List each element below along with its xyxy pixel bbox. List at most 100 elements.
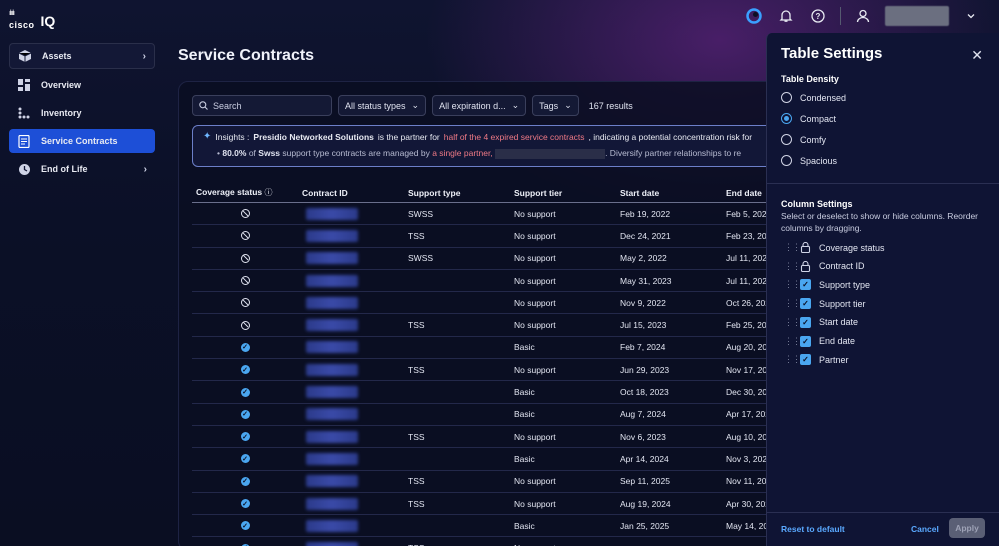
close-icon[interactable]: ✕ <box>971 47 983 64</box>
drag-handle-icon[interactable]: ⋮⋮ <box>784 279 801 290</box>
table-row[interactable]: ✓ TSS No support Jun 29, 2023 Nov 17, 20… <box>192 359 792 382</box>
density-option-condensed[interactable]: Condensed <box>781 92 846 103</box>
assistant-icon[interactable] <box>744 6 764 26</box>
redacted-contract-id <box>306 341 358 354</box>
support-tier-cell: Basic <box>514 453 535 464</box>
column-setting-partner[interactable]: ⋮⋮ ✓ Partner <box>784 354 849 366</box>
info-icon[interactable]: ⓘ <box>265 188 273 197</box>
header-start-date[interactable]: Start date <box>616 188 722 198</box>
expiration-filter-dropdown[interactable]: All expiration d... ⌄ <box>432 95 527 116</box>
cancel-button[interactable]: Cancel <box>911 524 939 534</box>
checkbox-checked[interactable]: ✓ <box>800 298 811 310</box>
contract-id-cell[interactable] <box>298 207 404 220</box>
help-icon[interactable]: ? <box>808 6 828 26</box>
sidebar-item-assets[interactable]: Assets › <box>9 43 155 69</box>
density-option-spacious[interactable]: Spacious <box>781 155 837 166</box>
contract-id-cell[interactable] <box>298 452 404 465</box>
density-option-comfy[interactable]: Comfy <box>781 134 826 145</box>
support-tier-cell: No support <box>514 275 556 286</box>
table-row[interactable]: No support Nov 9, 2022 Oct 26, 2023 <box>192 292 792 315</box>
support-tier-cell: No support <box>514 498 556 509</box>
chevron-down-icon: ⌄ <box>511 100 520 110</box>
contract-id-cell[interactable] <box>298 319 404 332</box>
table-row[interactable]: No support May 31, 2023 Jul 11, 2023 <box>192 270 792 293</box>
column-setting-start-date[interactable]: ⋮⋮ ✓ Start date <box>784 316 858 328</box>
contract-id-cell[interactable] <box>298 408 404 421</box>
insight-link[interactable]: a single partner, <box>432 148 492 158</box>
contract-id-cell[interactable] <box>298 519 404 532</box>
table-row[interactable]: ✓ TSS No support Aug 19, 2024 Apr 30, 20… <box>192 493 792 516</box>
status-filter-dropdown[interactable]: All status types ⌄ <box>338 95 427 116</box>
checkbox-checked[interactable]: ✓ <box>800 354 811 366</box>
sidebar-item-end-of-life[interactable]: End of Life › <box>9 157 155 181</box>
table-row[interactable]: ✓ TSS No support Nov 6, 2023 Aug 10, 202… <box>192 426 792 449</box>
contract-id-cell[interactable] <box>298 386 404 399</box>
redacted-contract-id <box>306 319 358 332</box>
table-row[interactable]: ✓ Basic Aug 7, 2024 Apr 17, 2026 <box>192 404 792 426</box>
column-setting-support-tier[interactable]: ⋮⋮ ✓ Support tier <box>784 298 866 310</box>
radio-button[interactable] <box>781 113 792 124</box>
redacted-contract-id <box>306 386 358 399</box>
sidebar-item-inventory[interactable]: Inventory <box>9 101 155 125</box>
table-row[interactable]: ✓ Basic Jan 25, 2025 May 14, 2027 <box>192 515 792 538</box>
apply-button[interactable]: Apply <box>949 518 985 538</box>
drag-handle-icon[interactable]: ⋮⋮ <box>784 261 801 272</box>
contract-id-cell[interactable] <box>298 252 404 265</box>
header-contract-id[interactable]: Contract ID <box>298 188 404 198</box>
table-row[interactable]: TSS No support Dec 24, 2021 Feb 23, 2023 <box>192 225 792 248</box>
column-setting-support-type[interactable]: ⋮⋮ ✓ Support type <box>784 279 870 291</box>
drag-handle-icon[interactable]: ⋮⋮ <box>784 242 801 253</box>
coverage-status-cell: ✓ <box>192 365 298 375</box>
radio-button[interactable] <box>781 134 792 145</box>
radio-button[interactable] <box>781 155 792 166</box>
table-row[interactable]: ✓ TSS No support Sep 11, 2025 Nov 11, 20… <box>192 471 792 493</box>
contract-id-cell[interactable] <box>298 296 404 309</box>
checkbox-checked[interactable]: ✓ <box>800 316 811 328</box>
start-date-cell: Feb 7, 2024 <box>620 342 666 353</box>
header-support-tier[interactable]: Support tier <box>510 188 616 198</box>
table-row[interactable]: TSS No support Jul 15, 2023 Feb 25, 2024 <box>192 314 792 337</box>
redacted-contract-id <box>306 207 358 220</box>
contract-id-cell[interactable] <box>298 430 404 443</box>
contract-id-cell[interactable] <box>298 341 404 354</box>
drag-handle-icon[interactable]: ⋮⋮ <box>784 298 801 309</box>
column-setting-coverage-status[interactable]: ⋮⋮ Coverage status <box>784 242 885 253</box>
drag-handle-icon[interactable]: ⋮⋮ <box>784 354 801 365</box>
user-account-name[interactable] <box>885 6 949 26</box>
sidebar-item-label: End of Life <box>41 164 88 174</box>
table-row[interactable]: ✓ TSS No support <box>192 537 792 546</box>
tags-filter-dropdown[interactable]: Tags ⌄ <box>532 95 579 116</box>
radio-button[interactable] <box>781 92 792 103</box>
column-setting-contract-id[interactable]: ⋮⋮ Contract ID <box>784 260 865 272</box>
search-input[interactable]: Search <box>192 95 332 116</box>
reset-to-default-button[interactable]: Reset to default <box>781 524 845 534</box>
checkbox-checked[interactable]: ✓ <box>800 335 811 347</box>
table-row[interactable]: ✓ Basic Apr 14, 2024 Nov 3, 2026 <box>192 448 792 471</box>
insight-link[interactable]: half of the 4 expired service contracts <box>444 132 585 142</box>
sidebar-item-overview[interactable]: Overview <box>9 73 155 97</box>
contract-id-cell[interactable] <box>298 542 404 546</box>
covered-check-icon: ✓ <box>240 454 250 464</box>
contract-id-cell[interactable] <box>298 229 404 242</box>
notifications-bell-icon[interactable] <box>776 6 796 26</box>
contract-id-cell[interactable] <box>298 497 404 510</box>
column-setting-end-date[interactable]: ⋮⋮ ✓ End date <box>784 335 855 347</box>
header-coverage-status[interactable]: Coverage status ⓘ <box>192 187 298 198</box>
table-row[interactable]: SWSS No support Feb 19, 2022 Feb 5, 2023 <box>192 203 792 226</box>
header-support-type[interactable]: Support type <box>404 188 510 198</box>
drag-handle-icon[interactable]: ⋮⋮ <box>784 317 801 328</box>
contract-id-cell[interactable] <box>298 274 404 287</box>
logo[interactable]: ılıılı cisco IQ <box>9 10 55 31</box>
contract-id-cell[interactable] <box>298 475 404 488</box>
table-row[interactable]: ✓ Basic Oct 18, 2023 Dec 30, 2025 <box>192 381 792 404</box>
table-row[interactable]: SWSS No support May 2, 2022 Jul 11, 2023 <box>192 248 792 270</box>
redacted-contract-id <box>306 475 358 488</box>
contract-id-cell[interactable] <box>298 363 404 376</box>
table-row[interactable]: ✓ Basic Feb 7, 2024 Aug 20, 2025 <box>192 337 792 360</box>
chevron-down-icon[interactable] <box>961 6 981 26</box>
user-icon[interactable] <box>853 6 873 26</box>
sidebar-item-service-contracts[interactable]: Service Contracts <box>9 129 155 153</box>
drag-handle-icon[interactable]: ⋮⋮ <box>784 336 801 347</box>
checkbox-checked[interactable]: ✓ <box>800 279 811 291</box>
density-option-compact[interactable]: Compact <box>781 113 836 124</box>
